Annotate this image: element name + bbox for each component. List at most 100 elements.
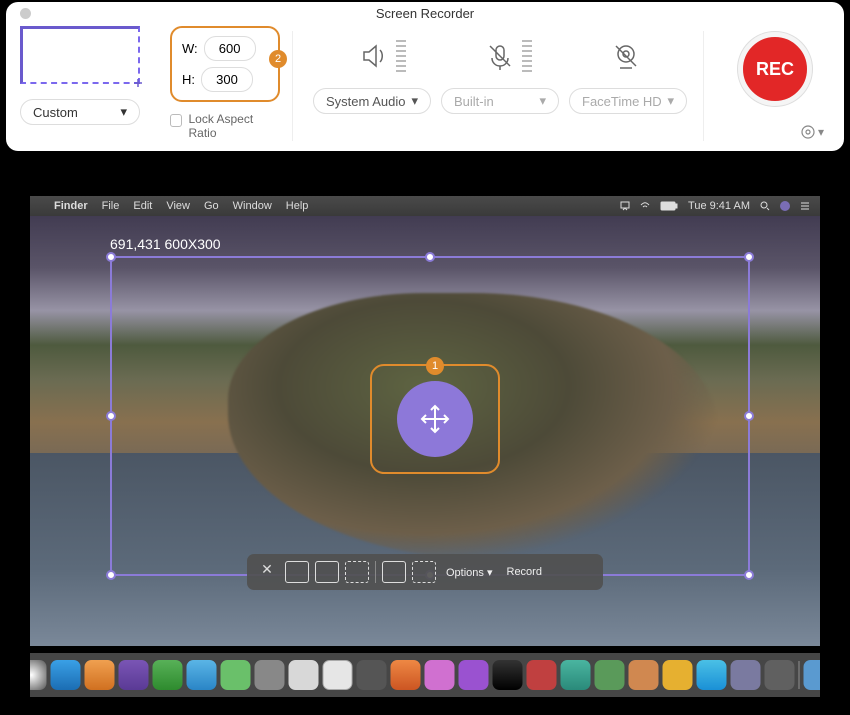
- dock-app-safari[interactable]: [30, 660, 47, 690]
- control-center-icon[interactable]: [800, 201, 810, 211]
- chevron-down-icon: ▾: [539, 93, 546, 109]
- record-screen-icon[interactable]: [382, 561, 406, 583]
- chevron-down-icon: ▾: [120, 104, 127, 120]
- menubar-item[interactable]: Window: [233, 200, 272, 212]
- camera-select[interactable]: FaceTime HD ▾: [569, 88, 687, 114]
- separator: [292, 31, 293, 141]
- resize-handle-icon: [132, 77, 144, 89]
- region-preview[interactable]: [20, 26, 140, 84]
- resize-handle[interactable]: [425, 252, 435, 262]
- capture-screen-icon[interactable]: [285, 561, 309, 583]
- system-audio-label: System Audio: [326, 94, 406, 109]
- window-close-dot[interactable]: [20, 8, 31, 19]
- dock-app-news[interactable]: [527, 660, 557, 690]
- chevron-down-icon: ▾: [667, 93, 674, 109]
- wifi-icon[interactable]: [640, 201, 650, 211]
- resize-handle[interactable]: [106, 411, 116, 421]
- callout-badge-1: 1: [426, 357, 444, 375]
- dock-app-music[interactable]: [391, 660, 421, 690]
- dock-app-messages[interactable]: [153, 660, 183, 690]
- capture-close-icon[interactable]: ✕: [255, 561, 279, 583]
- capture-record-button[interactable]: Record: [503, 566, 546, 578]
- siri-icon[interactable]: [780, 201, 790, 211]
- chevron-down-icon: ▾: [411, 93, 418, 109]
- gear-icon: [800, 124, 816, 140]
- dock-app-settings[interactable]: [765, 660, 795, 690]
- menubar-time[interactable]: Tue 9:41 AM: [688, 200, 750, 212]
- mac-menubar: Finder File Edit View Go Window Help Tue…: [30, 196, 820, 216]
- macos-capture-bar[interactable]: ✕ Options ▾ Record: [247, 554, 603, 590]
- dock-app[interactable]: [629, 660, 659, 690]
- callout-badge-2: 2: [269, 50, 287, 68]
- lock-aspect-checkbox[interactable]: [170, 114, 182, 127]
- menubar-item[interactable]: File: [102, 200, 120, 212]
- lock-aspect-label: Lock Aspect Ratio: [188, 112, 280, 140]
- system-audio-select[interactable]: System Audio ▾: [313, 88, 431, 114]
- capture-selection-icon[interactable]: [345, 561, 369, 583]
- move-region-callout: 1: [370, 364, 500, 474]
- resize-handle[interactable]: [106, 570, 116, 580]
- mic-toggle[interactable]: [484, 40, 532, 72]
- menubar-item[interactable]: Edit: [133, 200, 152, 212]
- move-arrows-icon: [418, 402, 452, 436]
- dock-app[interactable]: [731, 660, 761, 690]
- dock-app-podcasts[interactable]: [425, 660, 455, 690]
- move-region-handle[interactable]: [397, 381, 473, 457]
- menubar-item[interactable]: Go: [204, 200, 219, 212]
- dock-app[interactable]: [85, 660, 115, 690]
- airplay-icon[interactable]: [620, 201, 630, 211]
- camera-toggle[interactable]: [610, 40, 642, 72]
- wh-group: 2 W: H:: [170, 26, 280, 102]
- window-title: Screen Recorder: [376, 6, 474, 21]
- dock-app[interactable]: [255, 660, 285, 690]
- dock-app[interactable]: [595, 660, 625, 690]
- record-label: REC: [756, 59, 794, 80]
- resize-handle[interactable]: [744, 252, 754, 262]
- search-icon[interactable]: [760, 201, 770, 211]
- dock-app-mail[interactable]: [51, 660, 81, 690]
- selection-coord-label: 691,431 600X300: [110, 236, 221, 252]
- dock-app-tv[interactable]: [493, 660, 523, 690]
- mic-off-icon: [484, 40, 516, 72]
- menubar-item[interactable]: Help: [286, 200, 309, 212]
- battery-icon[interactable]: [660, 201, 678, 211]
- mic-device-select[interactable]: Built-in ▾: [441, 88, 559, 114]
- dock-downloads[interactable]: [804, 660, 821, 690]
- dock-app[interactable]: [119, 660, 149, 690]
- dock-app-maps[interactable]: [187, 660, 217, 690]
- recorder-window: Screen Recorder Custom ▾ 2 W: H: [6, 2, 844, 151]
- resize-handle[interactable]: [106, 252, 116, 262]
- separator: [375, 561, 376, 583]
- separator: [703, 31, 704, 141]
- height-input[interactable]: [201, 67, 253, 92]
- wallpaper: 691,431 600X300 1 ✕: [30, 216, 820, 646]
- width-input[interactable]: [204, 36, 256, 61]
- dock-app[interactable]: [289, 660, 319, 690]
- dock-app-calendar[interactable]: [323, 660, 353, 690]
- record-group: REC ▾: [720, 26, 830, 140]
- lock-aspect-row[interactable]: Lock Aspect Ratio: [170, 112, 280, 140]
- resize-handle[interactable]: [744, 570, 754, 580]
- dock-app-appstore[interactable]: [697, 660, 727, 690]
- record-selection-icon[interactable]: [412, 561, 436, 583]
- region-mode-select[interactable]: Custom ▾: [20, 99, 140, 125]
- camera-label: FaceTime HD: [582, 94, 662, 109]
- dock[interactable]: [30, 653, 820, 697]
- system-audio-toggle[interactable]: [358, 40, 406, 72]
- settings-button[interactable]: ▾: [800, 124, 824, 140]
- resize-handle[interactable]: [744, 411, 754, 421]
- region-mode-label: Custom: [33, 105, 78, 120]
- menubar-app[interactable]: Finder: [54, 200, 88, 212]
- webcam-off-icon: [610, 40, 642, 72]
- dock-app[interactable]: [561, 660, 591, 690]
- region-group: Custom ▾: [20, 26, 160, 125]
- dock-app[interactable]: [357, 660, 387, 690]
- record-button[interactable]: REC: [738, 32, 812, 106]
- menubar-item[interactable]: View: [166, 200, 190, 212]
- capture-options-button[interactable]: Options ▾: [442, 566, 497, 579]
- dock-app-facetime[interactable]: [221, 660, 251, 690]
- speaker-icon: [358, 40, 390, 72]
- dock-app[interactable]: [663, 660, 693, 690]
- capture-window-icon[interactable]: [315, 561, 339, 583]
- dock-app[interactable]: [459, 660, 489, 690]
